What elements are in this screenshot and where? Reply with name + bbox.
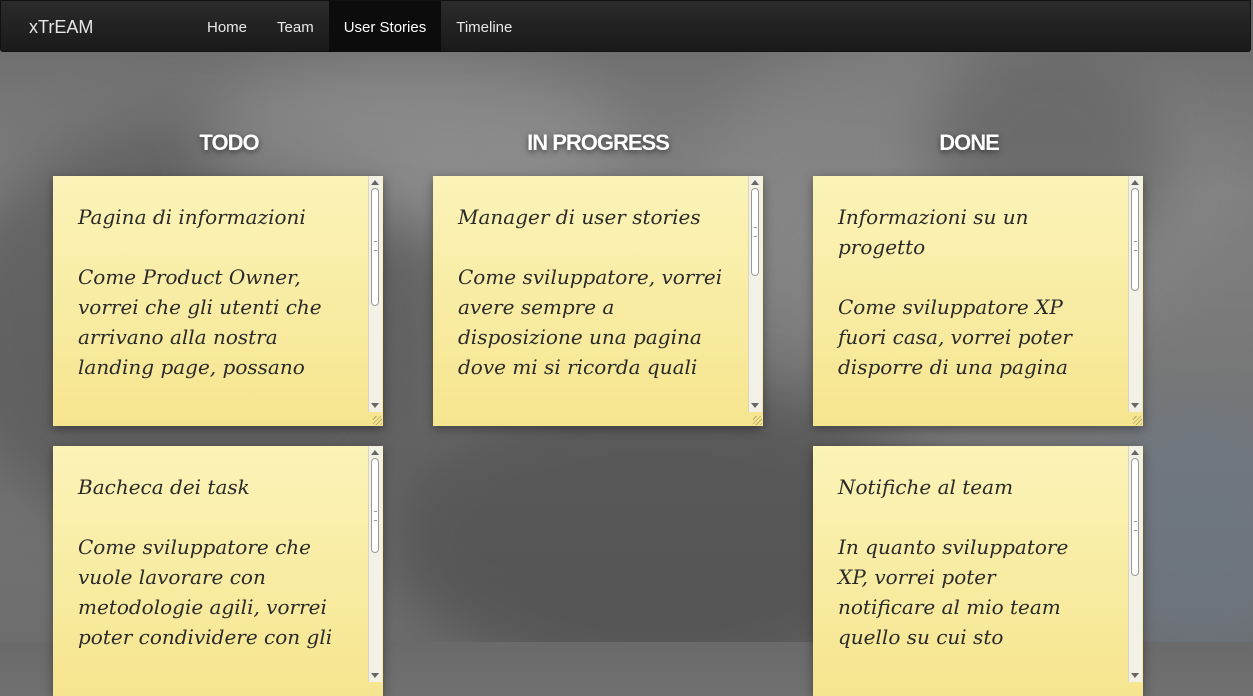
scroll-down-icon[interactable] (1131, 673, 1139, 678)
card-scrollbar[interactable] (368, 176, 382, 412)
story-card[interactable]: Bacheca dei task Come sviluppatore che v… (53, 446, 383, 696)
scroll-down-icon[interactable] (751, 403, 759, 408)
scroll-thumb[interactable] (1131, 188, 1139, 291)
story-card-text[interactable]: Bacheca dei task Come sviluppatore che v… (78, 472, 378, 652)
scroll-down-icon[interactable] (371, 403, 379, 408)
story-card[interactable]: Pagina di informazioni Come Product Owne… (53, 176, 383, 426)
scroll-up-icon[interactable] (1131, 450, 1139, 455)
scroll-thumb[interactable] (1131, 458, 1139, 576)
resize-handle-icon[interactable] (753, 416, 762, 425)
scroll-thumb[interactable] (371, 188, 379, 306)
card-scrollbar[interactable] (1128, 176, 1142, 412)
nav-timeline[interactable]: Timeline (441, 1, 527, 52)
main-nav: Home Team User Stories Timeline (192, 1, 527, 52)
card-scrollbar[interactable] (748, 176, 762, 412)
column-title-in-progress: IN PROGRESS (527, 130, 670, 155)
scroll-up-icon[interactable] (371, 450, 379, 455)
nav-home[interactable]: Home (192, 1, 262, 52)
story-card[interactable]: Informazioni su un progetto Come svilupp… (813, 176, 1143, 426)
top-navbar: xTrEAM Home Team User Stories Timeline (0, 0, 1251, 52)
story-card-text[interactable]: Pagina di informazioni Come Product Owne… (78, 202, 378, 382)
story-card-text[interactable]: Informazioni su un progetto Come svilupp… (838, 202, 1138, 382)
scroll-down-icon[interactable] (371, 673, 379, 678)
story-card-text[interactable]: Manager di user stories Come sviluppator… (458, 202, 758, 382)
story-card[interactable]: Notifiche al team In quanto sviluppatore… (813, 446, 1143, 696)
story-card-text[interactable]: Notifiche al team In quanto sviluppatore… (838, 472, 1138, 652)
scroll-down-icon[interactable] (1131, 403, 1139, 408)
card-scrollbar[interactable] (1128, 446, 1142, 682)
story-card[interactable]: Manager di user stories Come sviluppator… (433, 176, 763, 426)
scroll-up-icon[interactable] (751, 180, 759, 185)
card-scrollbar[interactable] (368, 446, 382, 682)
scroll-thumb[interactable] (371, 458, 379, 553)
column-title-todo: TODO (199, 130, 259, 155)
resize-handle-icon[interactable] (373, 416, 382, 425)
resize-handle-icon[interactable] (1133, 416, 1142, 425)
nav-user-stories[interactable]: User Stories (328, 1, 442, 52)
scroll-thumb[interactable] (751, 188, 759, 276)
nav-team[interactable]: Team (262, 1, 329, 52)
brand-logo[interactable]: xTrEAM (29, 17, 93, 38)
scroll-up-icon[interactable] (1131, 180, 1139, 185)
column-title-done: DONE (939, 130, 1000, 155)
scroll-up-icon[interactable] (371, 180, 379, 185)
